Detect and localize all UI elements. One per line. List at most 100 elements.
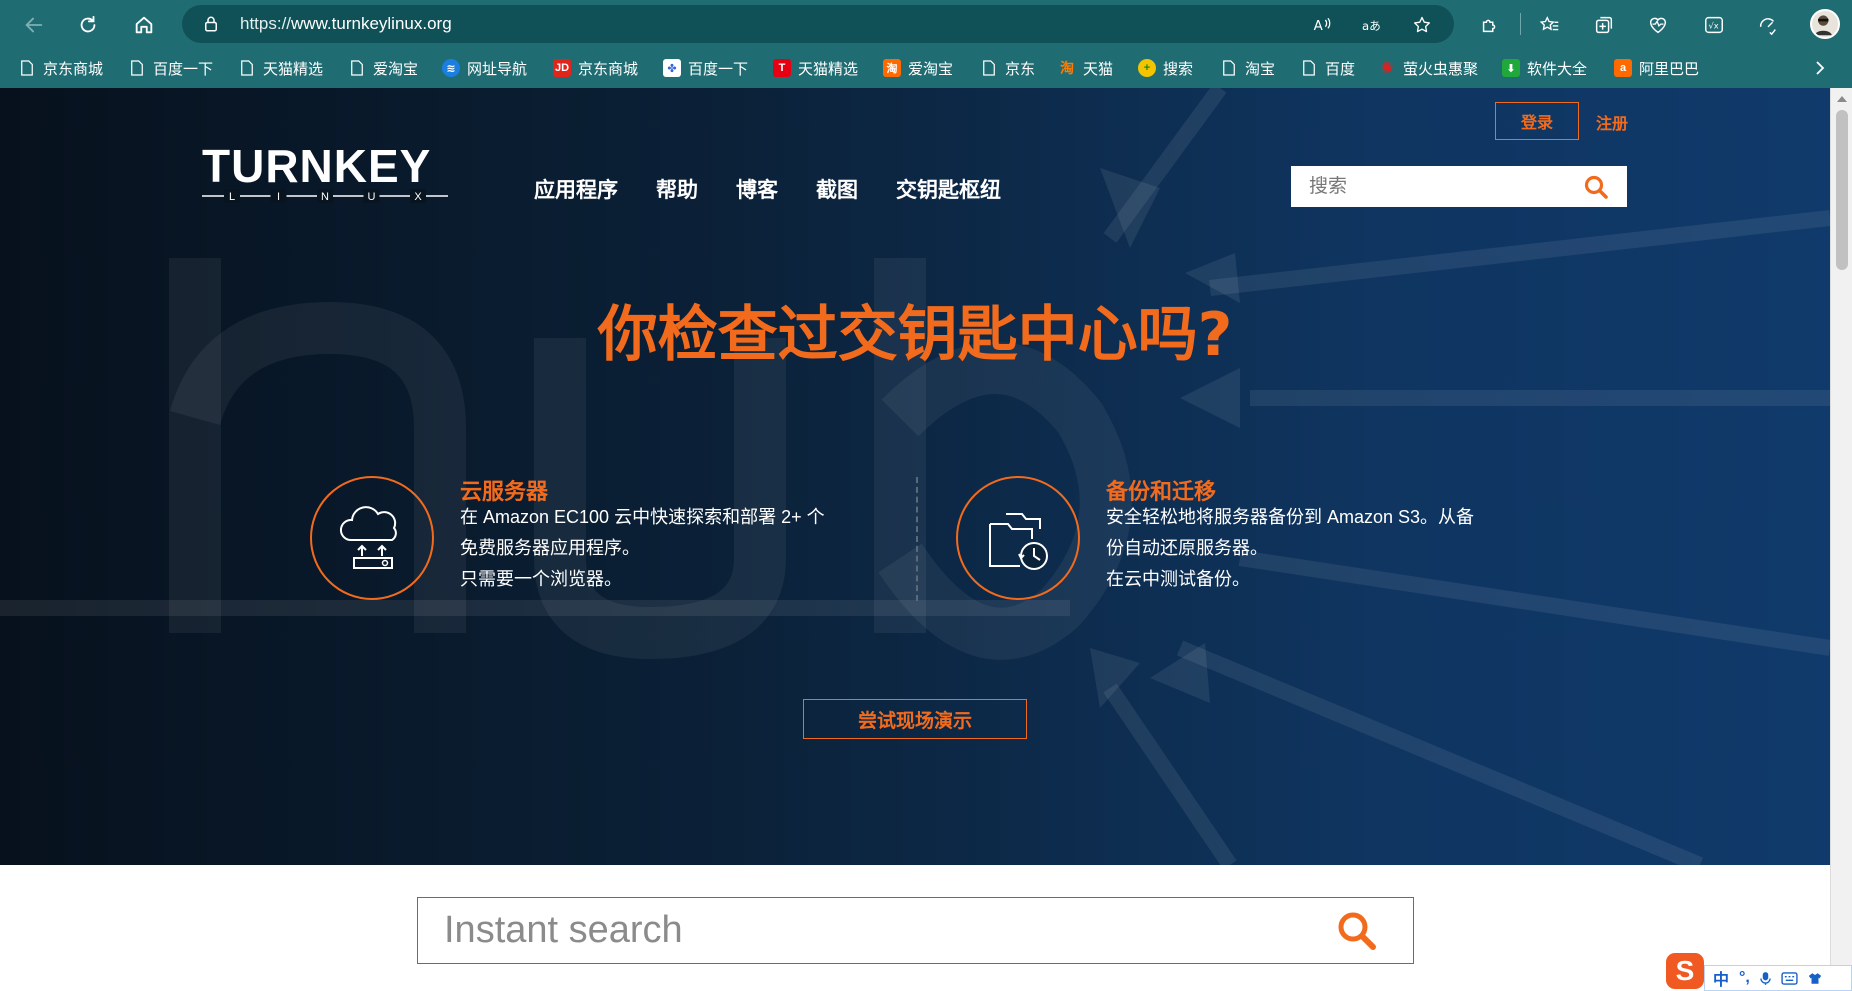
- search-icon[interactable]: [1336, 910, 1378, 952]
- math-solver-icon: √x: [1705, 16, 1723, 34]
- feature-desc-line: 只需要一个浏览器。: [460, 569, 622, 589]
- logo-sub-letter: X: [414, 191, 422, 203]
- bookmark-item[interactable]: + 搜索: [1138, 56, 1193, 80]
- performance-button[interactable]: [1752, 9, 1784, 41]
- bookmark-item[interactable]: ✤ 百度一下: [663, 56, 748, 80]
- ime-toolbar[interactable]: S 中 °,: [1666, 953, 1852, 991]
- bookmark-item[interactable]: 淘爱淘宝: [883, 56, 953, 80]
- sogou-logo-icon[interactable]: S: [1666, 953, 1704, 989]
- ime-punctuation-toggle[interactable]: °,: [1739, 969, 1750, 987]
- search-icon[interactable]: [1583, 174, 1609, 200]
- bookmark-item[interactable]: 百度一下: [128, 56, 213, 80]
- url-domain: www.turnkeylinux.org: [291, 14, 452, 33]
- feature-desc-line: 在云中测试备份。: [1106, 569, 1250, 589]
- lock-icon[interactable]: [202, 15, 220, 33]
- nav-hub[interactable]: 交钥匙枢纽: [896, 174, 1001, 204]
- favorites-list-icon: [1539, 16, 1559, 31]
- ime-bar: 中 °,: [1704, 965, 1852, 991]
- backup-folder-icon: [989, 513, 1048, 570]
- nav-screenshots[interactable]: 截图: [816, 174, 858, 204]
- refresh-icon: [80, 15, 96, 33]
- logo-wordmark: TURNKEY: [202, 140, 432, 192]
- ime-language-toggle[interactable]: 中: [1713, 966, 1729, 990]
- toolbar-separator: [1520, 13, 1521, 35]
- firefly-icon: ✺: [1380, 60, 1394, 77]
- scroll-up-arrow-icon[interactable]: [1837, 96, 1847, 102]
- bookmark-label: 天猫: [1083, 60, 1114, 78]
- back-button[interactable]: [18, 9, 50, 41]
- bookmark-item[interactable]: ⬇ 软件大全: [1502, 56, 1587, 80]
- main-nav: 应用程序 帮助 博客 截图 交钥匙枢纽: [534, 174, 1039, 204]
- page-icon: [1300, 59, 1318, 77]
- svg-text:aあ: aあ: [1362, 19, 1381, 33]
- logo-subline: LINUX: [202, 189, 448, 203]
- bookmark-item[interactable]: ✺ 萤火虫惠聚: [1378, 56, 1478, 80]
- jd-icon: JD: [553, 59, 571, 77]
- page-scrollbar[interactable]: [1830, 88, 1852, 991]
- nav-help[interactable]: 帮助: [656, 174, 698, 204]
- bookmark-label: 百度一下: [153, 60, 214, 78]
- address-bar[interactable]: https://www.turnkeylinux.org A aあ: [182, 5, 1454, 43]
- feature-desc-backup: 安全轻松地将服务器备份到 Amazon S3。从备 份自动还原服务器。 在云中测…: [1106, 502, 1474, 595]
- bookmark-item[interactable]: JD 京东商城: [553, 56, 638, 80]
- avatar-face-icon: [1814, 15, 1832, 36]
- nav-apps[interactable]: 应用程序: [534, 174, 618, 204]
- logo-sub-letter: U: [368, 191, 376, 203]
- bookmark-item[interactable]: 淘天猫: [1058, 56, 1113, 80]
- read-aloud-icon[interactable]: A: [1312, 15, 1332, 35]
- turnkey-logo[interactable]: TURNKEY L I N U X: [202, 143, 452, 203]
- hero-headline: 你检查过交钥匙中心吗?: [597, 300, 1233, 370]
- microphone-icon[interactable]: [1760, 971, 1771, 986]
- keyboard-icon[interactable]: [1781, 971, 1798, 985]
- bookmark-item[interactable]: 京东: [980, 56, 1035, 80]
- bookmark-label: 淘宝: [1245, 60, 1276, 78]
- bookmark-label: 京东商城: [43, 60, 104, 78]
- taobao-icon: 淘: [1060, 60, 1074, 76]
- bookmark-item[interactable]: a 阿里巴巴: [1614, 56, 1699, 80]
- bookmark-label: 萤火虫惠聚: [1403, 60, 1479, 78]
- extensions-button[interactable]: [1474, 9, 1506, 41]
- bookmarks-bar: 京东商城 百度一下 天猫精选 爱淘宝 ≋ 网址导航 JD 京东商城 ✤ 百度一下 T天…: [0, 48, 1852, 88]
- feature-desc-line: 安全轻松地将服务器备份到 Amazon S3。从备: [1106, 507, 1475, 527]
- scrollbar-thumb[interactable]: [1836, 110, 1848, 270]
- login-button[interactable]: 登录: [1495, 102, 1579, 140]
- favorite-star-icon[interactable]: [1412, 15, 1432, 35]
- heart-pulse-icon: [1649, 17, 1667, 34]
- bookmark-item[interactable]: 淘宝: [1220, 56, 1275, 80]
- skin-shirt-icon[interactable]: [1808, 972, 1822, 985]
- instant-search-input[interactable]: [444, 898, 1324, 963]
- bookmark-label: 阿里巴巴: [1639, 60, 1700, 78]
- page-icon: [348, 59, 366, 77]
- try-live-demo-button[interactable]: 尝试现场演示: [803, 699, 1027, 739]
- bookmark-label: 网址导航: [467, 60, 528, 78]
- url-text[interactable]: https://www.turnkeylinux.org: [240, 14, 452, 34]
- bookmark-item[interactable]: T 天猫精选: [773, 56, 858, 80]
- nav-blog[interactable]: 博客: [736, 174, 778, 204]
- refresh-button[interactable]: [72, 9, 104, 41]
- bookmark-label: 百度一下: [688, 60, 749, 78]
- health-button[interactable]: [1642, 9, 1674, 41]
- bookmark-item[interactable]: 京东商城: [18, 56, 103, 80]
- bookmark-item[interactable]: 百度: [1300, 56, 1355, 80]
- bookmark-item[interactable]: 天猫精选: [238, 56, 323, 80]
- bookmark-label: 爱淘宝: [373, 60, 419, 78]
- logo-sub-letter: L: [229, 191, 235, 203]
- header-search-input[interactable]: [1309, 166, 1569, 207]
- favorites-button[interactable]: [1534, 9, 1566, 41]
- search-plus-icon: +: [1138, 59, 1156, 77]
- chevron-right-icon[interactable]: [1812, 60, 1828, 76]
- home-button[interactable]: [128, 9, 160, 41]
- bookmark-label: 天猫精选: [263, 60, 324, 78]
- register-link[interactable]: 注册: [1596, 110, 1628, 134]
- collections-button[interactable]: [1588, 9, 1620, 41]
- bookmark-label: 天猫精选: [798, 60, 859, 78]
- bookmark-label: 京东商城: [578, 60, 639, 78]
- bookmark-item[interactable]: 爱淘宝: [348, 56, 418, 80]
- profile-avatar[interactable]: [1810, 9, 1840, 39]
- bookmark-item[interactable]: ≋ 网址导航: [442, 56, 527, 80]
- translate-icon[interactable]: aあ: [1362, 15, 1382, 35]
- bookmark-label: 京东: [1005, 60, 1036, 78]
- logo-sub-letter: I: [277, 191, 280, 203]
- feature-icon-circle: [310, 476, 434, 600]
- math-solver-button[interactable]: √x: [1698, 9, 1730, 41]
